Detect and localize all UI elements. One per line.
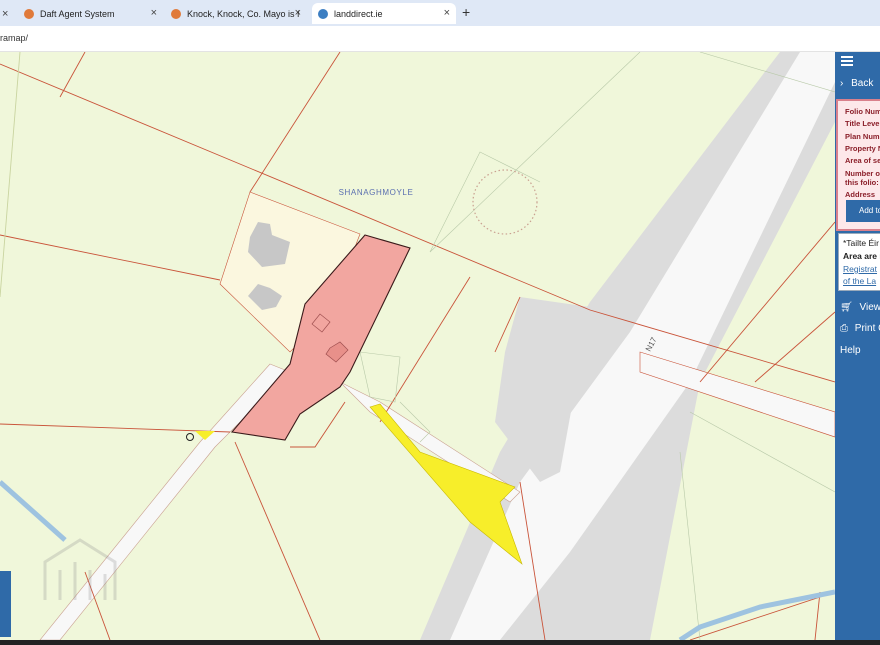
folio-row: Plan Num: [845, 132, 880, 141]
yellow-parcel: [369, 403, 523, 565]
browser-tab-strip: × Daft Agent System × Knock, Knock, Co. …: [0, 0, 880, 27]
tab-knock-mayo[interactable]: Knock, Knock, Co. Mayo is for s ×: [165, 3, 307, 24]
map-svg: SHANAGHMOYLE N17: [0, 52, 835, 640]
stream: [678, 589, 835, 640]
new-tab-button[interactable]: +: [462, 4, 470, 20]
back-label: Back: [851, 78, 874, 89]
folio-row: Property N: [845, 144, 880, 153]
view-button[interactable]: 🛒︎ View E: [840, 302, 880, 313]
add-to-button[interactable]: Add to: [846, 200, 880, 222]
taskbar-edge: [0, 640, 880, 645]
folio-row: this folio:: [845, 178, 879, 187]
map-point-marker: [186, 433, 194, 441]
help-link[interactable]: Help: [840, 345, 861, 356]
tab-label: Knock, Knock, Co. Mayo is for s: [187, 8, 299, 19]
back-button[interactable]: › Back: [840, 78, 873, 89]
print-button[interactable]: ⎙ Print C: [840, 323, 880, 334]
tab-landdirect[interactable]: landdirect.ie ×: [312, 3, 456, 24]
townland-label: SHANAGHMOYLE: [339, 188, 414, 197]
folio-details-box: Folio Num Title Level Plan Num Property …: [836, 99, 880, 231]
close-icon[interactable]: ×: [295, 7, 301, 19]
hamburger-menu-icon[interactable]: [841, 56, 853, 66]
favicon-icon: [318, 8, 328, 19]
folio-row: Number o: [845, 169, 880, 178]
minor-road: [39, 363, 291, 640]
favicon-icon: [24, 8, 34, 19]
chevron-right-icon: ›: [840, 78, 844, 89]
folio-row: Folio Num: [845, 107, 880, 116]
close-icon[interactable]: ×: [2, 8, 8, 20]
tab-daft-agent-system[interactable]: Daft Agent System ×: [18, 3, 163, 24]
land-registry-link[interactable]: of the La: [843, 276, 876, 286]
favicon-icon: [171, 8, 181, 19]
close-icon[interactable]: ×: [444, 7, 450, 19]
folio-row: Address: [845, 190, 876, 199]
printer-icon: ⎙: [840, 323, 848, 334]
tab-label: Daft Agent System: [40, 8, 115, 19]
stream: [0, 480, 67, 542]
url-text: ramap/: [0, 33, 29, 43]
folio-row: Area of se: [845, 156, 880, 165]
tab-label: landdirect.ie: [334, 8, 383, 19]
side-panel: › Back Folio Num Title Level Plan Num Pr…: [835, 52, 880, 640]
address-bar[interactable]: ramap/: [0, 26, 880, 52]
cart-icon: 🛒︎: [840, 302, 853, 313]
notice-line: Area are n: [843, 251, 880, 261]
view-label: View E: [859, 302, 880, 313]
folio-row: Title Level: [845, 119, 880, 128]
print-label: Print C: [854, 323, 880, 334]
notice-line: *Tailte Éir: [843, 238, 879, 248]
close-icon[interactable]: ×: [151, 7, 157, 19]
map-canvas[interactable]: SHANAGHMOYLE N17: [0, 52, 835, 640]
left-side-panel-tab[interactable]: [0, 571, 11, 637]
tab-daft-agent[interactable]: ×: [0, 3, 16, 24]
registration-link[interactable]: Registrat: [843, 264, 877, 274]
notice-box: *Tailte Éir Area are n Registrat of the …: [838, 233, 880, 291]
